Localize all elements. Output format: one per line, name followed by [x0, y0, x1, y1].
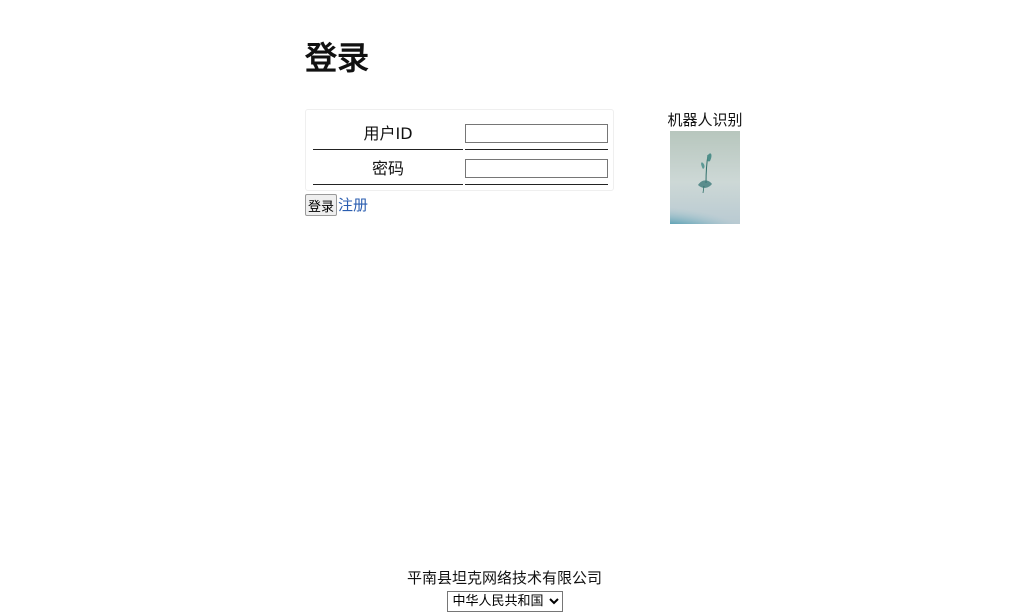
login-button[interactable]: 登录	[305, 194, 338, 216]
captcha-image[interactable]	[670, 131, 740, 224]
country-select[interactable]: 中华人民共和国	[446, 591, 563, 612]
company-name: 平南县坦克网络技术有限公司	[406, 569, 602, 587]
register-link[interactable]: 注册	[338, 194, 368, 216]
password-row: 密码	[313, 151, 608, 185]
user-id-input[interactable]	[465, 124, 608, 143]
password-label: 密码	[313, 151, 463, 185]
captcha-section: 机器人识别	[660, 110, 750, 224]
user-id-row: 用户ID	[313, 116, 608, 150]
page-title: 登录	[305, 39, 370, 77]
password-cell	[465, 151, 608, 185]
login-form: 用户ID 密码	[305, 109, 614, 191]
user-id-label: 用户ID	[313, 116, 463, 150]
login-page: 登录 用户ID 密码 登录 注册 机器人识别 平南县坦克网络技术有限公司 中华人…	[0, 0, 1009, 612]
captcha-label: 机器人识别	[667, 111, 743, 129]
user-id-cell	[465, 116, 608, 150]
form-actions: 登录 注册	[305, 194, 368, 216]
footer: 平南县坦克网络技术有限公司 中华人民共和国	[0, 568, 1009, 612]
password-input[interactable]	[465, 159, 608, 178]
